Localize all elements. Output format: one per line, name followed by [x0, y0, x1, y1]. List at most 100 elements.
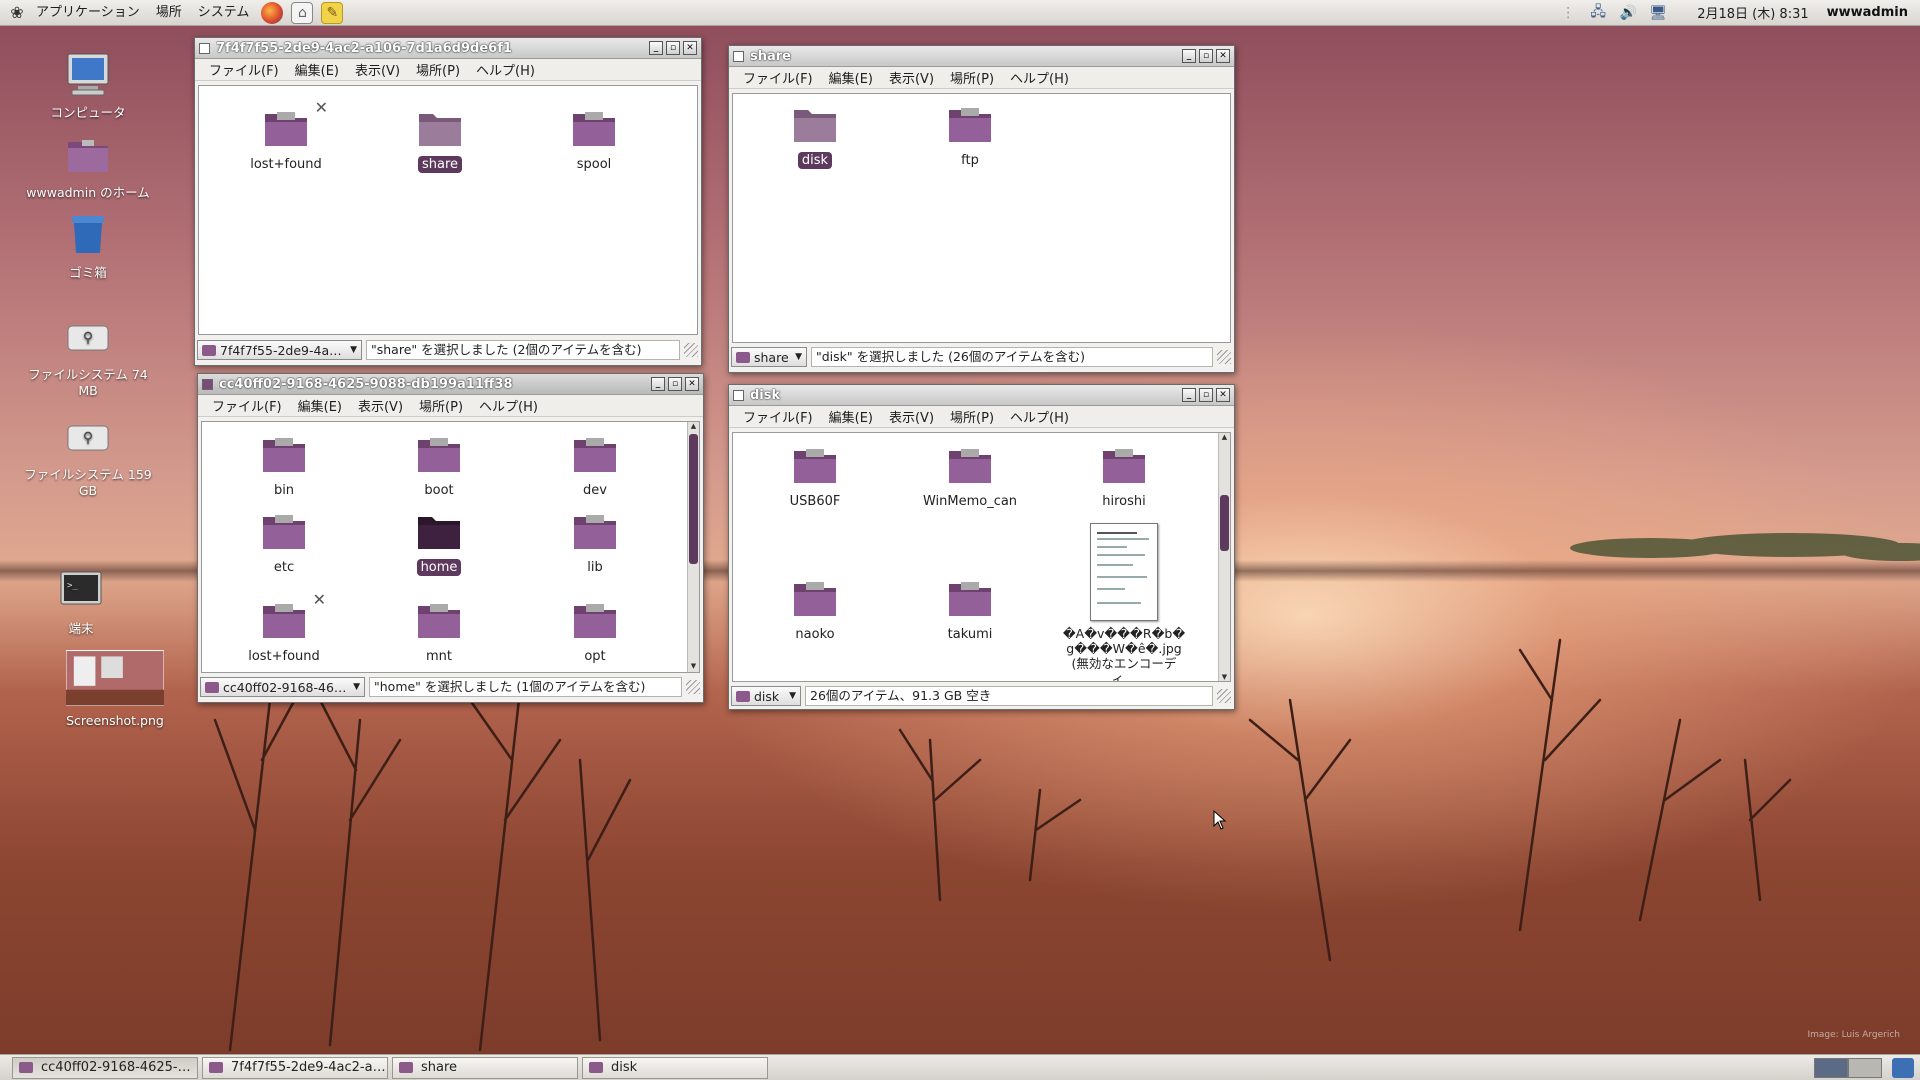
- folder-item[interactable]: disk: [755, 106, 875, 169]
- menu-edit[interactable]: 編集(E): [821, 68, 881, 87]
- desktop-icon-computer[interactable]: コンピュータ: [23, 50, 153, 121]
- icon-view[interactable]: USB60F WinMemo_can hiroshi naoko takumi …: [732, 432, 1231, 682]
- location-dropdown[interactable]: share ▼: [731, 347, 807, 367]
- notes-icon[interactable]: ✎: [321, 1, 344, 24]
- resize-grip[interactable]: [1217, 350, 1231, 364]
- menu-go[interactable]: 場所(P): [942, 68, 1002, 87]
- folder-item[interactable]: mnt: [379, 602, 499, 665]
- location-dropdown[interactable]: cc40ff02-9168-46… ▼: [200, 677, 365, 697]
- menu-help[interactable]: ヘルプ(H): [1002, 407, 1077, 426]
- minimize-button[interactable]: _: [651, 377, 665, 391]
- folder-item[interactable]: home: [379, 513, 499, 576]
- menu-view[interactable]: 表示(V): [347, 60, 408, 79]
- desktop-icon-screenshot[interactable]: Screenshot.png: [50, 650, 180, 729]
- image-file-item[interactable]: �A�v���R�b�g���W�ê�.jpg (無効なエンコーディ…: [1057, 523, 1191, 681]
- menu-system[interactable]: システム: [190, 0, 258, 26]
- menu-places[interactable]: 場所: [148, 0, 190, 26]
- vertical-scrollbar[interactable]: ▲ ▼: [1218, 433, 1230, 681]
- window-menu-icon[interactable]: [733, 389, 744, 401]
- file-browser-window-disk[interactable]: disk _ ▫ ✕ ファイル(F) 編集(E) 表示(V) 場所(P) ヘルプ…: [728, 384, 1235, 710]
- file-browser-window-7f4f[interactable]: 7f4f7f55-2de9-4ac2-a106-7d1a6d9de6f1 _ ▫…: [194, 37, 702, 366]
- trash-applet-icon[interactable]: [1892, 1057, 1914, 1078]
- maximize-button[interactable]: ▫: [668, 377, 682, 391]
- user-switcher[interactable]: wwwadmin: [1827, 5, 1908, 20]
- scroll-thumb[interactable]: [1220, 495, 1229, 551]
- clock[interactable]: 2月18日 (木) 8:31: [1697, 3, 1808, 22]
- desktop-icon-filesystem-159gb[interactable]: ⚲ ファイルシステム 159 GB: [23, 412, 153, 499]
- scroll-up-icon[interactable]: ▲: [1219, 433, 1230, 443]
- network-icon[interactable]: 🖧: [1587, 3, 1609, 23]
- icon-view[interactable]: ✕ lost+found share spool: [198, 85, 698, 335]
- firefox-icon[interactable]: [261, 1, 284, 24]
- folder-item[interactable]: bin: [224, 436, 344, 499]
- menu-help[interactable]: ヘルプ(H): [1002, 68, 1077, 87]
- folder-item[interactable]: etc: [224, 513, 344, 576]
- menu-edit[interactable]: 編集(E): [290, 396, 350, 415]
- taskbar-button[interactable]: share: [392, 1056, 578, 1079]
- close-button[interactable]: ✕: [1216, 388, 1230, 402]
- volume-icon[interactable]: 🔊: [1617, 3, 1639, 23]
- minimize-button[interactable]: _: [1182, 388, 1196, 402]
- resize-grip[interactable]: [686, 680, 700, 694]
- desktop-icon-terminal[interactable]: >_ 端末: [16, 566, 146, 637]
- folder-item[interactable]: lib: [535, 513, 655, 576]
- menu-view[interactable]: 表示(V): [350, 396, 411, 415]
- icon-view[interactable]: bin boot dev etc home lib ✕ lost+found m…: [201, 421, 700, 673]
- close-button[interactable]: ✕: [683, 41, 697, 55]
- folder-item[interactable]: share: [380, 110, 500, 173]
- window-menu-icon[interactable]: [202, 378, 213, 390]
- menu-view[interactable]: 表示(V): [881, 68, 942, 87]
- desktop-icon-trash[interactable]: ゴミ箱: [23, 210, 153, 281]
- menu-edit[interactable]: 編集(E): [821, 407, 881, 426]
- gnome-foot-icon[interactable]: ❀: [6, 2, 28, 24]
- menu-edit[interactable]: 編集(E): [287, 60, 347, 79]
- folder-item[interactable]: USB60F: [755, 447, 875, 510]
- menu-view[interactable]: 表示(V): [881, 407, 942, 426]
- maximize-button[interactable]: ▫: [1199, 388, 1213, 402]
- scroll-thumb[interactable]: [689, 434, 698, 564]
- location-dropdown[interactable]: 7f4f7f55-2de9-4a… ▼: [197, 340, 362, 360]
- file-browser-window-cc40[interactable]: cc40ff02-9168-4625-9088-db199a11ff38 _ ▫…: [197, 373, 704, 703]
- close-button[interactable]: ✕: [685, 377, 699, 391]
- folder-item[interactable]: naoko: [755, 580, 875, 643]
- folder-item[interactable]: ✕ lost+found: [224, 590, 344, 665]
- menu-file[interactable]: ファイル(F): [201, 60, 287, 79]
- folder-item[interactable]: ftp: [910, 106, 1030, 169]
- titlebar[interactable]: 7f4f7f55-2de9-4ac2-a106-7d1a6d9de6f1 _ ▫…: [195, 38, 701, 59]
- menu-help[interactable]: ヘルプ(H): [468, 60, 543, 79]
- titlebar[interactable]: share _ ▫ ✕: [729, 46, 1234, 67]
- maximize-button[interactable]: ▫: [1199, 49, 1213, 63]
- titlebar[interactable]: cc40ff02-9168-4625-9088-db199a11ff38 _ ▫…: [198, 374, 703, 395]
- resize-grip[interactable]: [1217, 689, 1231, 703]
- menu-applications[interactable]: アプリケーション: [28, 0, 148, 26]
- folder-item[interactable]: takumi: [910, 580, 1030, 643]
- folder-item[interactable]: spool: [534, 110, 654, 173]
- menu-file[interactable]: ファイル(F): [204, 396, 290, 415]
- vertical-scrollbar[interactable]: ▲ ▼: [687, 422, 699, 672]
- folder-item[interactable]: ✕ lost+found: [226, 98, 346, 173]
- window-menu-icon[interactable]: [733, 50, 744, 62]
- menu-go[interactable]: 場所(P): [408, 60, 468, 79]
- scroll-down-icon[interactable]: ▼: [688, 662, 699, 672]
- taskbar-button[interactable]: 7f4f7f55-2de9-4ac2-a…: [202, 1056, 388, 1079]
- menu-file[interactable]: ファイル(F): [735, 68, 821, 87]
- home-launcher-icon[interactable]: ⌂: [291, 1, 314, 24]
- folder-item[interactable]: WinMemo_can: [910, 447, 1030, 510]
- taskbar-button[interactable]: disk: [582, 1056, 768, 1079]
- menu-help[interactable]: ヘルプ(H): [471, 396, 546, 415]
- minimize-button[interactable]: _: [1182, 49, 1196, 63]
- resize-grip[interactable]: [684, 343, 698, 357]
- folder-item[interactable]: hiroshi: [1064, 447, 1184, 510]
- scroll-down-icon[interactable]: ▼: [1219, 673, 1230, 681]
- icon-view[interactable]: disk ftp: [732, 93, 1231, 343]
- menu-file[interactable]: ファイル(F): [735, 407, 821, 426]
- maximize-button[interactable]: ▫: [666, 41, 680, 55]
- file-browser-window-share[interactable]: share _ ▫ ✕ ファイル(F) 編集(E) 表示(V) 場所(P) ヘル…: [728, 45, 1235, 373]
- folder-item[interactable]: boot: [379, 436, 499, 499]
- titlebar[interactable]: disk _ ▫ ✕: [729, 385, 1234, 406]
- workspace-1[interactable]: [1814, 1057, 1848, 1078]
- taskbar-button[interactable]: cc40ff02-9168-4625-…: [12, 1056, 198, 1079]
- close-button[interactable]: ✕: [1216, 49, 1230, 63]
- window-menu-icon[interactable]: [199, 42, 210, 54]
- desktop-icon-home[interactable]: wwwadmin のホーム: [23, 130, 153, 201]
